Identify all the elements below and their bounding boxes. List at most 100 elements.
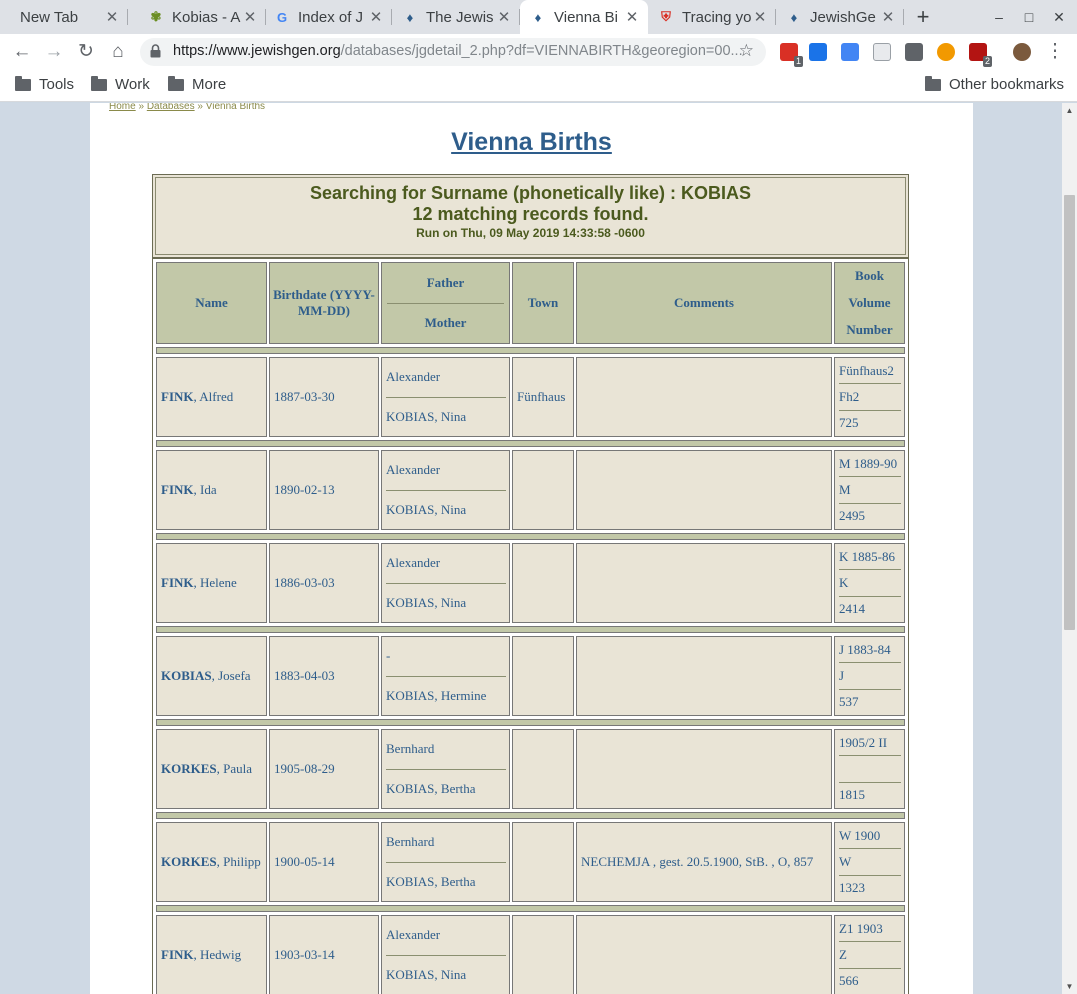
surname: KORKES bbox=[161, 761, 217, 776]
header-town: Town bbox=[512, 262, 574, 344]
tab-close-icon[interactable]: ✕ bbox=[752, 8, 768, 26]
new-tab-button[interactable]: + bbox=[912, 3, 934, 31]
bookmark-label: Tools bbox=[39, 76, 75, 93]
header-birthdate: Birthdate (YYYY-MM-DD) bbox=[269, 262, 379, 344]
jewishgen-icon: ♦ bbox=[534, 9, 542, 25]
header-parents: Father Mother bbox=[381, 262, 510, 344]
book-cell: W 1900 W 1323 bbox=[834, 822, 905, 902]
table-row: FINK, Hedwig 1903-03-14 Alexander KOBIAS, N… bbox=[155, 915, 906, 994]
given-name: , Philipp bbox=[216, 854, 261, 869]
given-name: , Josefa bbox=[211, 668, 251, 683]
tab-close-icon[interactable]: ✕ bbox=[496, 8, 512, 26]
volume-value: W bbox=[839, 849, 901, 876]
surname: FINK bbox=[161, 947, 194, 962]
minimize-icon[interactable]: – bbox=[988, 6, 1010, 28]
breadcrumb-home-link[interactable]: Home bbox=[109, 103, 136, 112]
book-stack: J 1883-84 J 537 bbox=[839, 637, 901, 715]
parents-stack: - KOBIAS, Hermine bbox=[386, 637, 506, 715]
book-cell: Fünfhaus2 Fh2 725 bbox=[834, 357, 905, 437]
extension-plus-icon[interactable] bbox=[809, 43, 827, 61]
row-separator bbox=[156, 626, 905, 633]
tab-close-icon[interactable]: ✕ bbox=[880, 8, 896, 26]
birthdate-cell: 1883-04-03 bbox=[269, 636, 379, 716]
name-cell: KOBIAS, Josefa bbox=[156, 636, 267, 716]
tab-3[interactable]: ♦ The Jewis ✕ bbox=[392, 0, 520, 34]
address-bar[interactable]: https://www.jewishgen.org/databases/jgde… bbox=[140, 38, 766, 66]
scroll-down-arrow-icon[interactable]: ▼ bbox=[1062, 979, 1077, 994]
tab-close-icon[interactable]: ✕ bbox=[104, 8, 120, 26]
header-name: Name bbox=[156, 262, 267, 344]
tab-close-icon[interactable]: ✕ bbox=[242, 8, 258, 26]
name-cell: FINK, Ida bbox=[156, 450, 267, 530]
town-cell bbox=[512, 543, 574, 623]
tab-6[interactable]: ♦ JewishGe ✕ bbox=[776, 0, 904, 34]
bookmark-folder-more[interactable]: More bbox=[168, 75, 226, 93]
tab-title: Kobias - A bbox=[172, 8, 241, 26]
book-value: Fünfhaus2 bbox=[839, 358, 901, 385]
book-stack: K 1885-86 K 2414 bbox=[839, 544, 901, 622]
tab-2[interactable]: G Index of J ✕ bbox=[264, 0, 392, 34]
header-mother: Mother bbox=[424, 315, 467, 331]
tab-0[interactable]: New Tab ✕ bbox=[0, 0, 128, 34]
tab-5[interactable]: ⛨ Tracing yo ✕ bbox=[648, 0, 776, 34]
comments-cell: NECHEMJA , gest. 20.5.1900, StB. , O, 85… bbox=[576, 822, 832, 902]
table-row: KORKES, Philipp 1900-05-14 Bernhard KOBIAS,… bbox=[155, 822, 906, 902]
book-stack: 1905/2 II 1815 bbox=[839, 730, 901, 808]
tab-close-icon[interactable]: ✕ bbox=[368, 8, 384, 26]
bookmark-star-icon[interactable]: ☆ bbox=[739, 41, 754, 61]
header-volume: Volume bbox=[848, 295, 891, 310]
extension-ublock-icon[interactable]: 2 bbox=[969, 43, 992, 67]
bookmark-folder-work[interactable]: Work bbox=[91, 75, 150, 93]
volume-value: J bbox=[839, 663, 901, 690]
comments-cell bbox=[576, 915, 832, 994]
bookmark-folder-tools[interactable]: Tools bbox=[15, 75, 75, 93]
extension-b-icon[interactable] bbox=[937, 43, 955, 61]
extension-mail-icon[interactable]: 1 bbox=[780, 43, 803, 67]
name-cell: KORKES, Philipp bbox=[156, 822, 267, 902]
book-stack: Z1 1903 Z 566 bbox=[839, 916, 901, 994]
town-cell: Fünfhaus bbox=[512, 357, 574, 437]
extension-d-icon[interactable] bbox=[841, 43, 859, 61]
birthdate-cell: 1886-03-03 bbox=[269, 543, 379, 623]
extension-pin-icon[interactable] bbox=[905, 43, 923, 61]
extension-page-icon[interactable] bbox=[873, 43, 891, 61]
surname: FINK bbox=[161, 575, 194, 590]
search-summary-box: Searching for Surname (phonetically like… bbox=[152, 174, 909, 258]
forward-arrow-icon[interactable]: → bbox=[42, 40, 66, 64]
back-arrow-icon[interactable]: ← bbox=[10, 40, 34, 64]
book-value: 1905/2 II bbox=[839, 730, 901, 757]
book-cell: 1905/2 II 1815 bbox=[834, 729, 905, 809]
record-count: 12 matching records found. bbox=[412, 204, 649, 224]
book-value: K 1885-86 bbox=[839, 544, 901, 571]
profile-avatar[interactable] bbox=[1013, 43, 1031, 61]
shield-icon: ⛨ bbox=[661, 9, 671, 24]
extension-badge: 1 bbox=[793, 56, 803, 67]
home-icon[interactable]: ⌂ bbox=[106, 40, 130, 64]
close-window-icon[interactable]: ✕ bbox=[1048, 6, 1070, 28]
name-cell: FINK, Alfred bbox=[156, 357, 267, 437]
maximize-icon[interactable]: □ bbox=[1018, 6, 1040, 28]
tab-close-icon[interactable]: ✕ bbox=[624, 8, 640, 26]
reload-icon[interactable]: ↻ bbox=[74, 40, 98, 64]
page-title[interactable]: Vienna Births bbox=[90, 128, 973, 157]
scrollbar-thumb[interactable] bbox=[1064, 195, 1075, 630]
other-bookmarks-folder[interactable]: Other bookmarks bbox=[925, 75, 1064, 93]
volume-value bbox=[839, 756, 901, 783]
tab-1[interactable]: ✾ Kobias - A ✕ bbox=[138, 0, 266, 34]
breadcrumb-databases-link[interactable]: Databases bbox=[147, 103, 195, 112]
table-header: Name Birthdate (YYYY-MM-DD) Father Mothe… bbox=[155, 262, 906, 344]
row-separator bbox=[156, 719, 905, 726]
vertical-scrollbar[interactable]: ▲ ▼ bbox=[1062, 103, 1077, 994]
parents-cell: Bernhard KOBIAS, Bertha bbox=[381, 822, 510, 902]
father-name: Alexander bbox=[386, 916, 506, 956]
surname: FINK bbox=[161, 389, 194, 404]
tab-separator bbox=[127, 9, 128, 25]
surname: FINK bbox=[161, 482, 194, 497]
parents-stack: Bernhard KOBIAS, Bertha bbox=[386, 823, 506, 901]
book-value: Z1 1903 bbox=[839, 916, 901, 943]
book-cell: M 1889-90 M 2495 bbox=[834, 450, 905, 530]
town-cell bbox=[512, 636, 574, 716]
menu-dots-icon[interactable]: ⋮ bbox=[1043, 40, 1067, 64]
tab-4[interactable]: ♦ Vienna Bi ✕ bbox=[520, 0, 648, 34]
scroll-up-arrow-icon[interactable]: ▲ bbox=[1062, 103, 1077, 118]
